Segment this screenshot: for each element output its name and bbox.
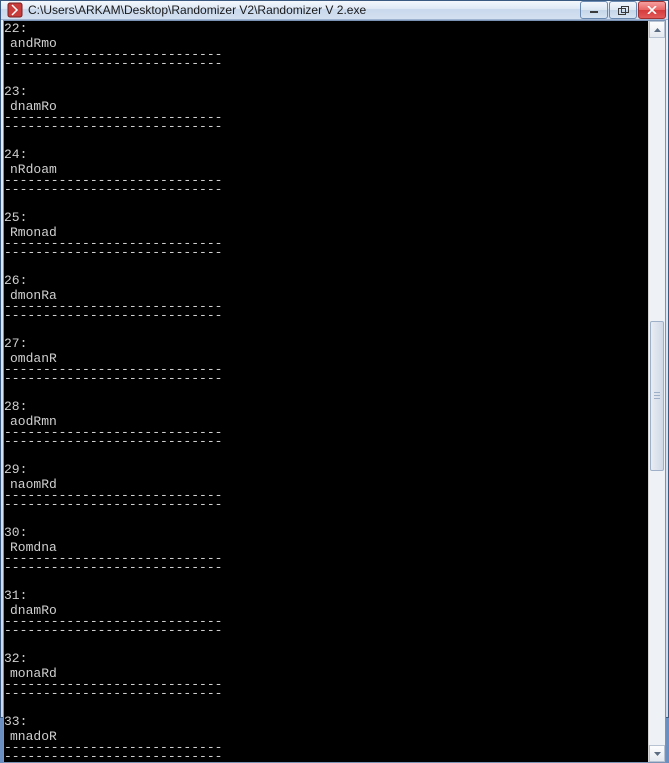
console-output: 22:andRmo-------------------------------…	[4, 21, 648, 762]
client-area: 22:andRmo-------------------------------…	[3, 20, 666, 763]
separator-line: ----------------------------	[4, 248, 648, 258]
entry-number: 30:	[4, 525, 648, 540]
entry-value: dmonRa	[4, 288, 648, 303]
entry-value: Rmonad	[4, 225, 648, 240]
entry-number: 24:	[4, 147, 648, 162]
entry-number: 25:	[4, 210, 648, 225]
blank-line	[4, 258, 648, 273]
vertical-scrollbar[interactable]	[648, 21, 665, 762]
separator-line: ----------------------------	[4, 177, 648, 185]
separator-line: ----------------------------	[4, 681, 648, 689]
separator-line: ----------------------------	[4, 618, 648, 626]
window-title: C:\Users\ARKAM\Desktop\Randomizer V2\Ran…	[28, 3, 580, 17]
separator-line: ----------------------------	[4, 59, 648, 69]
maximize-button[interactable]	[609, 1, 637, 19]
blank-line	[4, 384, 648, 399]
blank-line	[4, 132, 648, 147]
separator-line: ----------------------------	[4, 185, 648, 195]
scroll-down-button[interactable]	[649, 745, 665, 762]
entry-value: dnamRo	[4, 603, 648, 618]
blank-line	[4, 69, 648, 84]
blank-line	[4, 195, 648, 210]
separator-line: ----------------------------	[4, 240, 648, 248]
entry-value: andRmo	[4, 36, 648, 51]
entry-number: 33:	[4, 714, 648, 729]
separator-line: ----------------------------	[4, 311, 648, 321]
blank-line	[4, 636, 648, 651]
entry-value: nRdoam	[4, 162, 648, 177]
entry-number: 22:	[4, 21, 648, 36]
entry-value: monaRd	[4, 666, 648, 681]
separator-line: ----------------------------	[4, 374, 648, 384]
entry-number: 29:	[4, 462, 648, 477]
entry-number: 23:	[4, 84, 648, 99]
blank-line	[4, 447, 648, 462]
close-button[interactable]	[638, 1, 666, 19]
entry-value: dnamRo	[4, 99, 648, 114]
blank-line	[4, 573, 648, 588]
scroll-thumb[interactable]	[650, 321, 664, 471]
separator-line: ----------------------------	[4, 303, 648, 311]
separator-line: ----------------------------	[4, 437, 648, 447]
separator-line: ----------------------------	[4, 563, 648, 573]
separator-line: ----------------------------	[4, 689, 648, 699]
scroll-track[interactable]	[649, 38, 665, 745]
entry-number: 27:	[4, 336, 648, 351]
separator-line: ----------------------------	[4, 122, 648, 132]
separator-line: ----------------------------	[4, 366, 648, 374]
separator-line: ----------------------------	[4, 492, 648, 500]
entry-number: 32:	[4, 651, 648, 666]
minimize-button[interactable]	[580, 1, 608, 19]
entry-value: aodRmn	[4, 414, 648, 429]
separator-line: ----------------------------	[4, 626, 648, 636]
separator-line: ----------------------------	[4, 114, 648, 122]
entry-number: 26:	[4, 273, 648, 288]
separator-line: ----------------------------	[4, 744, 648, 752]
separator-line: ----------------------------	[4, 500, 648, 510]
titlebar[interactable]: C:\Users\ARKAM\Desktop\Randomizer V2\Ran…	[1, 1, 668, 20]
blank-line	[4, 321, 648, 336]
blank-line	[4, 510, 648, 525]
window-controls	[580, 1, 666, 19]
app-icon	[7, 2, 23, 18]
separator-line: ----------------------------	[4, 752, 648, 762]
entry-number: 28:	[4, 399, 648, 414]
scroll-up-button[interactable]	[649, 21, 665, 38]
blank-line	[4, 699, 648, 714]
entry-number: 31:	[4, 588, 648, 603]
entry-value: omdanR	[4, 351, 648, 366]
separator-line: ----------------------------	[4, 51, 648, 59]
entry-value: Romdna	[4, 540, 648, 555]
separator-line: ----------------------------	[4, 429, 648, 437]
entry-value: naomRd	[4, 477, 648, 492]
entry-value: mnadoR	[4, 729, 648, 744]
window-frame: C:\Users\ARKAM\Desktop\Randomizer V2\Ran…	[0, 0, 669, 718]
separator-line: ----------------------------	[4, 555, 648, 563]
